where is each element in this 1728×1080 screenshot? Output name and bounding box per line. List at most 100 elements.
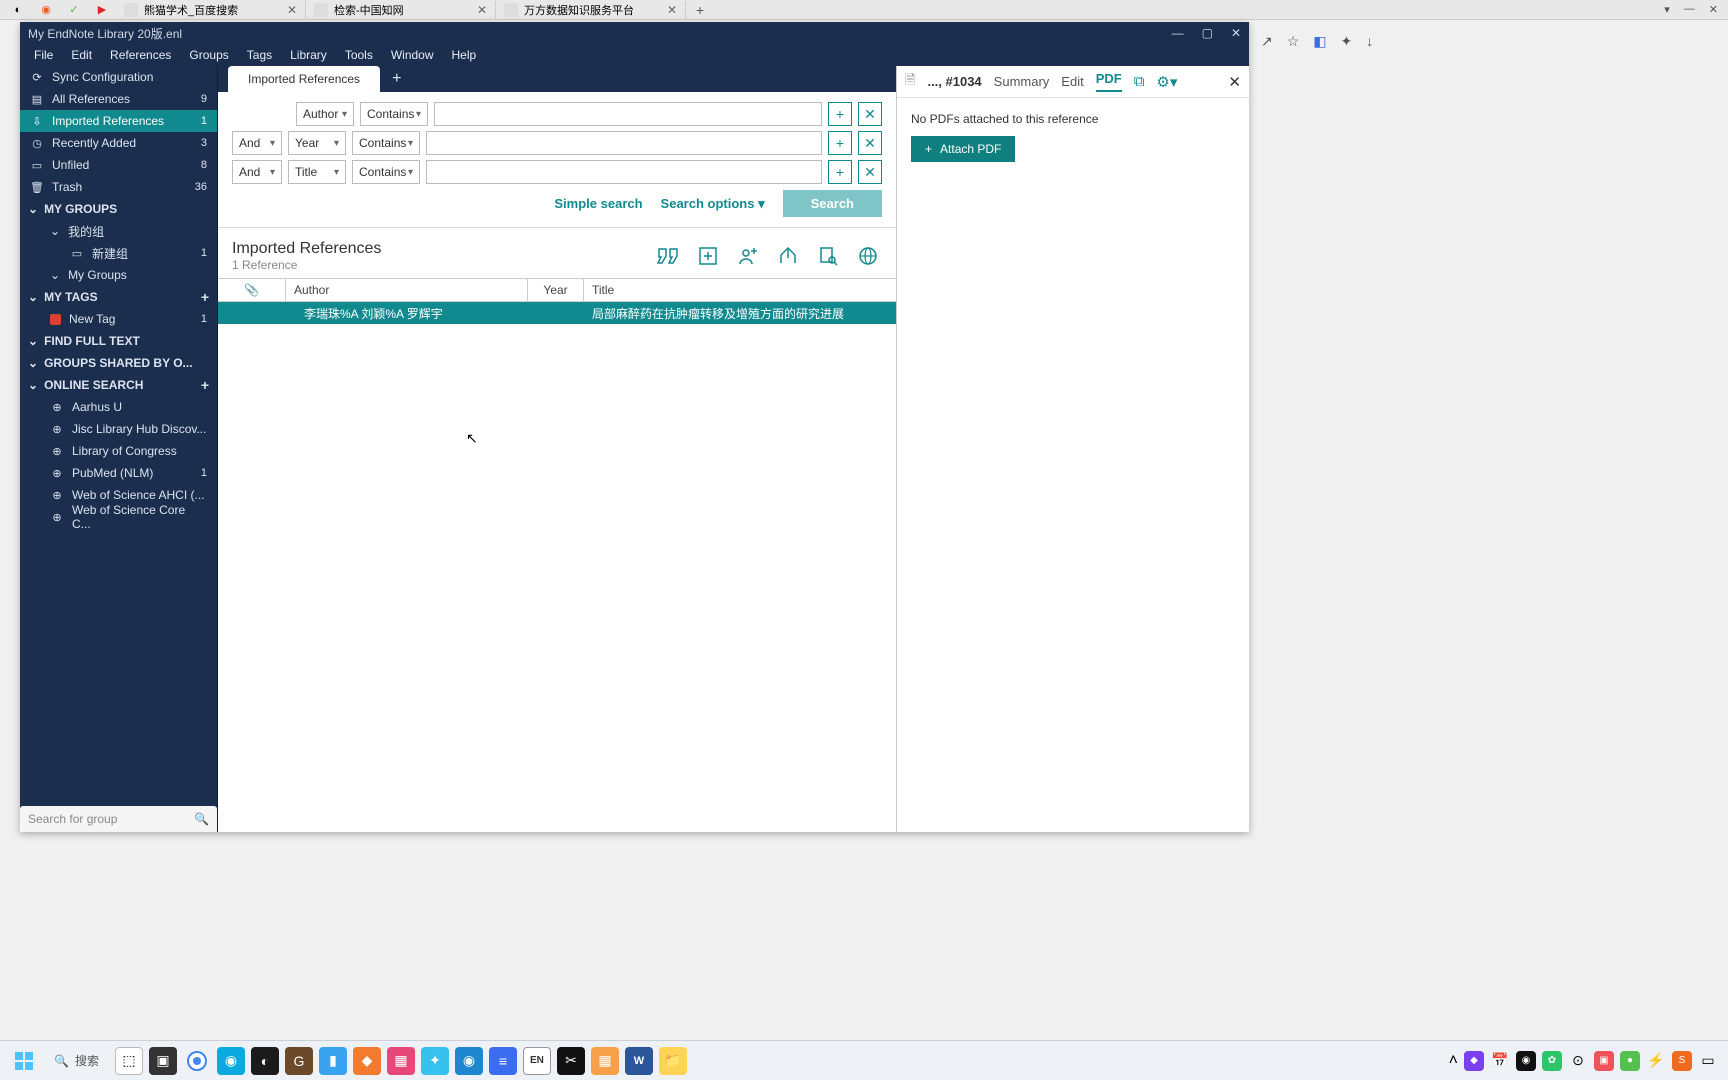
sidebar-group-find-full-text[interactable]: ⌄ FIND FULL TEXT [20, 330, 217, 352]
tab-pdf[interactable]: PDF [1096, 71, 1122, 92]
sidebar-online-item[interactable]: ⊕ PubMed (NLM) 1 [20, 462, 217, 484]
tray-icon[interactable]: ⚡ [1646, 1051, 1666, 1071]
browser-min-icon[interactable]: — [1684, 3, 1695, 16]
operator-select[interactable]: Contains▾ [352, 131, 420, 155]
menu-library[interactable]: Library [290, 48, 327, 62]
tray-icon[interactable]: ● [1620, 1051, 1640, 1071]
close-panel-icon[interactable]: ✕ [1228, 73, 1241, 91]
menu-window[interactable]: Window [391, 48, 434, 62]
extension-icon[interactable]: ◧ [1313, 33, 1326, 50]
tab-edit[interactable]: Edit [1061, 74, 1083, 89]
new-tab-button[interactable]: + [686, 2, 714, 18]
operator-select[interactable]: Contains▾ [360, 102, 428, 126]
sidebar-group-shared[interactable]: ⌄ GROUPS SHARED BY O... [20, 352, 217, 374]
tray-icon[interactable]: ◆ [1464, 1051, 1484, 1071]
taskbar-app[interactable]: ≡ [489, 1047, 517, 1075]
tray-icon[interactable]: ⊙ [1568, 1051, 1588, 1071]
sidebar-group-online-search[interactable]: ⌄ ONLINE SEARCH + [20, 374, 217, 396]
add-row-button[interactable]: + [828, 160, 852, 184]
browser-icon-1[interactable]: ◉ [38, 2, 54, 18]
column-title[interactable]: Title [584, 279, 896, 301]
taskbar-endnote[interactable]: EN [523, 1047, 551, 1075]
sidebar-online-item[interactable]: ⊕ Web of Science Core C... [20, 506, 217, 528]
taskbar-app[interactable]: ▦ [591, 1047, 619, 1075]
add-icon[interactable]: + [201, 289, 209, 305]
search-value-input[interactable] [434, 102, 822, 126]
tray-icon[interactable]: ✿ [1542, 1051, 1562, 1071]
tray-chevron-icon[interactable]: ˄ [1449, 1052, 1458, 1070]
tray-icon[interactable]: ▣ [1594, 1051, 1614, 1071]
menu-tools[interactable]: Tools [345, 48, 373, 62]
taskbar-chrome[interactable] [183, 1047, 211, 1075]
content-tab-imported[interactable]: Imported References [228, 66, 380, 92]
taskbar-app[interactable]: ◆ [353, 1047, 381, 1075]
taskbar-app[interactable]: ◐ [251, 1047, 279, 1075]
sidebar-my-groups-item[interactable]: ⌄ My Groups [20, 264, 217, 286]
taskbar-app[interactable]: ⬚ [115, 1047, 143, 1075]
search-value-input[interactable] [426, 160, 822, 184]
download-icon[interactable]: ↓ [1366, 33, 1373, 49]
taskbar-app[interactable]: ◉ [455, 1047, 483, 1075]
logic-select[interactable]: And▾ [232, 160, 282, 184]
sidebar-online-item[interactable]: ⊕ Jisc Library Hub Discov... [20, 418, 217, 440]
sidebar-group-my-groups[interactable]: ⌄ MY GROUPS [20, 198, 217, 220]
field-select[interactable]: Year▾ [288, 131, 346, 155]
remove-row-button[interactable]: ✕ [858, 160, 882, 184]
column-author[interactable]: Author [286, 279, 528, 301]
tab-summary[interactable]: Summary [994, 74, 1050, 89]
add-tab-button[interactable]: + [380, 66, 413, 92]
sidebar-my-group-cn[interactable]: ⌄ 我的组 [20, 220, 217, 242]
sidebar-online-item[interactable]: ⊕ Library of Congress [20, 440, 217, 462]
simple-search-link[interactable]: Simple search [554, 196, 642, 211]
taskbar-app[interactable]: ✂ [557, 1047, 585, 1075]
browser-back-icon[interactable]: ◐ [10, 2, 26, 18]
field-select[interactable]: Title▾ [288, 160, 346, 184]
browser-menu-icon[interactable]: ▾ [1664, 3, 1670, 16]
browser-close-icon[interactable]: ✕ [1709, 3, 1718, 16]
remove-row-button[interactable]: ✕ [858, 102, 882, 126]
table-row[interactable]: 李瑞珠%A 刘颖%A 罗辉宇 局部麻醉药在抗肿瘤转移及增殖方面的研究进展 [218, 302, 896, 324]
column-attachment[interactable]: 📎 [218, 279, 286, 301]
menu-edit[interactable]: Edit [71, 48, 92, 62]
browser-icon-2[interactable]: ✓ [66, 2, 82, 18]
sidebar-search-input[interactable]: Search for group 🔍 [20, 806, 217, 832]
menu-references[interactable]: References [110, 48, 171, 62]
taskbar-app[interactable]: ▮ [319, 1047, 347, 1075]
web-icon[interactable] [854, 242, 882, 270]
close-icon[interactable]: ✕ [477, 3, 487, 17]
sidebar-online-item[interactable]: ⊕ Aarhus U [20, 396, 217, 418]
tray-icon[interactable]: ◉ [1516, 1051, 1536, 1071]
search-button[interactable]: Search [783, 190, 882, 217]
new-reference-icon[interactable] [694, 242, 722, 270]
sidebar-new-group-cn[interactable]: ▭ 新建组 1 [20, 242, 217, 264]
taskbar-app[interactable]: G [285, 1047, 313, 1075]
export-icon[interactable] [774, 242, 802, 270]
menu-tags[interactable]: Tags [247, 48, 272, 62]
column-year[interactable]: Year [528, 279, 584, 301]
cite-icon[interactable] [654, 242, 682, 270]
share-user-icon[interactable] [734, 242, 762, 270]
search-options-dropdown[interactable]: Search options ▾ [661, 196, 765, 212]
maximize-icon[interactable]: ▢ [1202, 26, 1213, 40]
tray-icon[interactable]: 📅 [1490, 1051, 1510, 1071]
taskbar-search[interactable]: 🔍 搜索 [44, 1047, 109, 1075]
search-value-input[interactable] [426, 131, 822, 155]
add-icon[interactable]: + [201, 377, 209, 393]
menu-groups[interactable]: Groups [189, 48, 228, 62]
sidebar-unfiled[interactable]: ▭ Unfiled 8 [20, 154, 217, 176]
sidebar-all-references[interactable]: ▤ All References 9 [20, 88, 217, 110]
star-icon[interactable]: ☆ [1287, 33, 1300, 50]
tray-icon[interactable]: S [1672, 1051, 1692, 1071]
add-row-button[interactable]: + [828, 131, 852, 155]
puzzle-icon[interactable]: ✦ [1341, 33, 1353, 50]
close-icon[interactable]: ✕ [667, 3, 677, 17]
browser-icon-3[interactable]: ▶ [94, 2, 110, 18]
add-row-button[interactable]: + [828, 102, 852, 126]
find-full-text-icon[interactable] [814, 242, 842, 270]
taskbar-app[interactable]: ◉ [217, 1047, 245, 1075]
sidebar-new-tag[interactable]: New Tag 1 [20, 308, 217, 330]
menu-file[interactable]: File [34, 48, 53, 62]
share-icon[interactable]: ↗ [1261, 33, 1273, 50]
field-select[interactable]: Author▾ [296, 102, 354, 126]
gear-icon[interactable]: ⚙▾ [1156, 73, 1177, 91]
